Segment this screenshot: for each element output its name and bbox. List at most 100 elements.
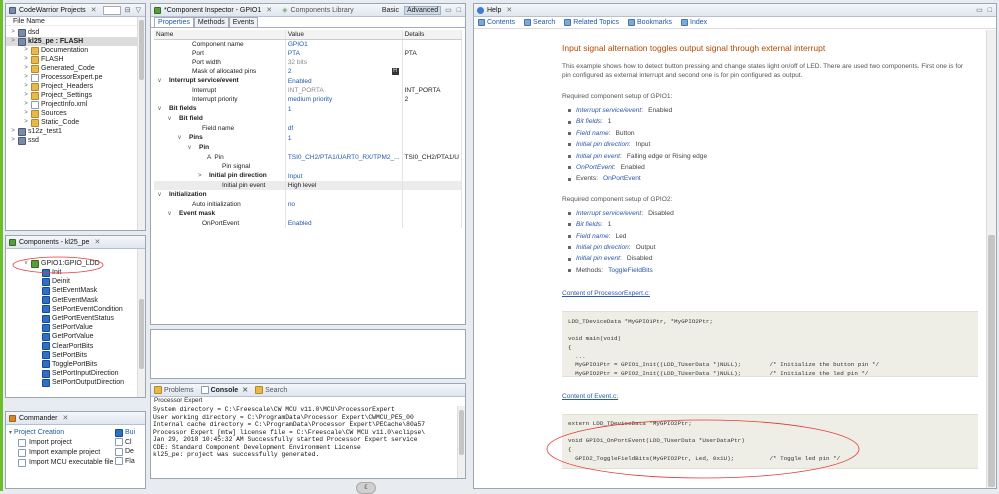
chevron-right-icon[interactable]: > — [23, 46, 29, 55]
property-row[interactable]: Interrupt priority medium priority 2 — [154, 95, 463, 104]
commander-item[interactable]: Import project — [9, 438, 109, 448]
property-value[interactable]: no — [285, 200, 403, 209]
help-tab[interactable]: Help — [487, 7, 501, 14]
chevron-right-icon[interactable]: > — [23, 91, 29, 100]
component-root[interactable]: v GPIO1:GPIO_LDD — [6, 259, 145, 268]
chevron-right-icon[interactable]: > — [23, 109, 29, 118]
method-item[interactable]: SetPortOutputDirection — [6, 378, 145, 387]
property-row[interactable]: v Pin — [154, 143, 463, 153]
help-toolbar-index[interactable]: Index — [681, 19, 707, 26]
property-row[interactable]: v Interrupt service/event Enabled — [154, 76, 463, 86]
console-tab-console[interactable]: Console ✕ — [200, 386, 248, 394]
method-item[interactable]: GetEventMask — [6, 296, 145, 305]
property-row[interactable]: > Initial pin direction Input — [154, 171, 463, 181]
inspector-tab[interactable]: *Component Inspector - GPIO1 — [164, 7, 261, 14]
property-row[interactable]: v Bit fields 1 — [154, 104, 463, 114]
chevron-down-icon[interactable]: v — [178, 134, 187, 143]
chevron-right-icon[interactable]: > — [23, 64, 29, 73]
property-value[interactable]: PTA — [285, 49, 403, 58]
commander-panel-title[interactable]: Commander — [19, 415, 58, 422]
console-tab-problems[interactable]: Problems — [154, 386, 194, 394]
method-item[interactable]: SetPortInputDirection — [6, 369, 145, 378]
project-tree-item[interactable]: > Documentation — [6, 46, 145, 55]
commander-item[interactable]: Import MCU executable file — [9, 458, 113, 468]
inspector-subtab-events[interactable]: Events — [228, 17, 259, 27]
chevron-right-icon[interactable]: > — [10, 37, 16, 46]
help-toolbar-search[interactable]: Search — [524, 19, 555, 26]
method-item[interactable]: Init — [6, 268, 145, 277]
minimize-icon[interactable]: ▭ — [975, 6, 984, 14]
components-scrollbar[interactable] — [137, 249, 145, 397]
column-header[interactable]: Details — [402, 30, 463, 40]
property-value[interactable]: medium priority — [285, 95, 403, 104]
method-item[interactable]: TogglePortBits — [6, 360, 145, 369]
project-creation-section[interactable]: ▾ Project Creation — [9, 428, 109, 438]
project-tree-item[interactable]: > FLASH — [6, 55, 145, 64]
property-row[interactable]: Pin signal — [154, 162, 463, 171]
chevron-down-icon[interactable]: v — [23, 259, 29, 268]
help-toolbar-contents[interactable]: Contents — [478, 19, 515, 26]
projects-panel-title[interactable]: CodeWarrior Projects — [19, 7, 86, 14]
method-item[interactable]: SetPortBits — [6, 351, 145, 360]
chevron-down-icon[interactable]: v — [188, 144, 197, 153]
commander-side-item[interactable]: Cl — [115, 438, 145, 448]
projects-scrollbar[interactable] — [137, 17, 145, 230]
project-tree-item[interactable]: > Sources — [6, 109, 145, 118]
property-value[interactable] — [285, 190, 403, 200]
property-value[interactable]: df — [285, 124, 403, 133]
components-panel-title[interactable]: Components - kl25_pe — [19, 239, 89, 246]
property-row[interactable]: Auto initialization no — [154, 200, 463, 209]
minimize-icon[interactable]: ▭ — [444, 6, 453, 14]
close-icon[interactable]: ✕ — [242, 386, 248, 394]
maximize-icon[interactable]: □ — [987, 7, 993, 14]
setup-value[interactable]: OnPortEvent — [603, 173, 641, 184]
project-tree-item[interactable]: > dsd — [6, 28, 145, 37]
maximize-icon[interactable]: □ — [456, 7, 462, 14]
property-row[interactable]: Interrupt INT_PORTA INT_PORTA — [154, 86, 463, 95]
column-header[interactable]: Value — [285, 30, 403, 40]
close-icon[interactable]: ✕ — [63, 414, 69, 422]
chevron-right-icon[interactable]: > — [10, 127, 16, 136]
basic-mode-button[interactable]: Basic — [380, 7, 401, 14]
project-tree-item[interactable]: > Generated_Code — [6, 64, 145, 73]
property-row[interactable]: A Pin TSI0_CH2/PTA1/UART0_RX/TPM2_... TSI0_… — [154, 153, 463, 162]
property-row[interactable]: Initial pin event High level — [154, 181, 463, 190]
project-tree-item[interactable]: > s12z_test1 — [6, 127, 145, 136]
inspector-subtab-properties[interactable]: Properties — [154, 17, 194, 27]
commander-side-item[interactable]: Bui — [115, 428, 145, 438]
event-content-link[interactable]: Content of Event.c: — [562, 393, 982, 400]
project-tree-item[interactable]: > Static_Code — [6, 118, 145, 127]
property-value[interactable]: 1 — [285, 133, 403, 143]
processorexpert-content-link[interactable]: Content of ProcessorExpert.c: — [562, 290, 982, 297]
advanced-mode-button[interactable]: Advanced — [404, 5, 442, 15]
property-row[interactable]: Port PTA PTA — [154, 49, 463, 58]
project-tree-item[interactable]: > ssd — [6, 136, 145, 145]
method-item[interactable]: SetPortValue — [6, 323, 145, 332]
chevron-down-icon[interactable]: v — [158, 77, 167, 86]
help-toolbar-bookmarks[interactable]: Bookmarks — [628, 19, 672, 26]
chevron-down-icon[interactable]: v — [158, 191, 167, 200]
project-tree-item[interactable]: > Project_Settings — [6, 91, 145, 100]
property-value[interactable]: INT_PORTA — [285, 86, 403, 95]
setup-value[interactable]: ToggleFieldBits — [608, 265, 653, 276]
property-value[interactable]: 32 bits — [285, 58, 403, 67]
chevron-right-icon[interactable]: > — [23, 73, 29, 82]
property-row[interactable]: OnPortEvent Enabled — [154, 219, 463, 228]
chevron-right-icon[interactable]: > — [23, 82, 29, 91]
commander-side-item[interactable]: Fla — [115, 457, 145, 467]
chevron-down-icon[interactable]: v — [158, 105, 167, 114]
chevron-right-icon[interactable]: > — [10, 136, 16, 145]
method-item[interactable]: Deinit — [6, 277, 145, 286]
collapse-all-icon[interactable]: ⊟ — [124, 6, 132, 14]
chevron-down-icon[interactable]: v — [168, 210, 177, 219]
chevron-right-icon[interactable]: > — [23, 55, 29, 64]
project-tree-item[interactable]: > kl25_pe : FLASH — [6, 37, 145, 46]
property-value[interactable]: 2H — [285, 67, 403, 76]
commander-item[interactable]: Import example project — [9, 448, 109, 458]
chevron-right-icon[interactable]: > — [10, 28, 16, 37]
method-item[interactable]: ClearPortBits — [6, 342, 145, 351]
edit-button-icon[interactable]: H — [391, 68, 399, 75]
property-value[interactable]: High level — [285, 181, 403, 190]
method-item[interactable]: SetEventMask — [6, 286, 145, 295]
property-value[interactable]: GPIO1 — [285, 39, 403, 49]
